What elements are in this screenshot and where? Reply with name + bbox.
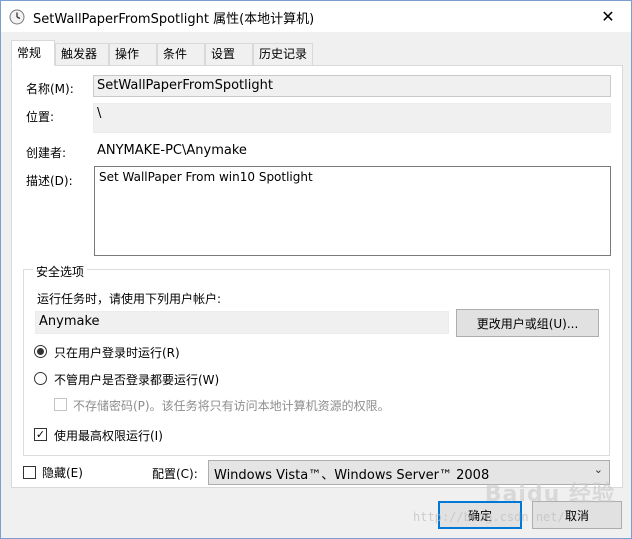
close-button[interactable]: ✕ bbox=[585, 1, 631, 32]
tab-conditions[interactable]: 条件 bbox=[157, 43, 205, 65]
configure-label: 配置(C): bbox=[152, 467, 198, 481]
tab-actions[interactable]: 操作 bbox=[109, 43, 157, 65]
ok-button[interactable]: 确定 bbox=[438, 501, 522, 529]
run-highest-privileges-checkbox[interactable]: ✓ bbox=[34, 428, 47, 441]
hidden-checkbox[interactable] bbox=[23, 466, 36, 479]
security-options-legend: 安全选项 bbox=[33, 263, 88, 280]
chevron-down-icon: ⌄ bbox=[593, 463, 603, 476]
change-user-button[interactable]: 更改用户或组(U)... bbox=[456, 309, 599, 337]
tab-history[interactable]: 历史记录 bbox=[253, 43, 313, 65]
close-icon: ✕ bbox=[601, 7, 615, 26]
run-whether-logged-on-radio[interactable] bbox=[34, 372, 47, 385]
run-only-logged-on-radio[interactable] bbox=[34, 345, 47, 358]
configure-select[interactable]: Windows Vista™、Windows Server™ 2008 ⌄ bbox=[208, 460, 610, 485]
run-as-prompt: 运行任务时，请使用下列用户帐户: bbox=[37, 292, 222, 306]
name-field[interactable]: SetWallPaperFromSpotlight bbox=[93, 75, 611, 97]
user-account-field: Anymake bbox=[35, 311, 449, 334]
tab-settings[interactable]: 设置 bbox=[205, 43, 253, 65]
tab-general[interactable]: 常规 bbox=[11, 40, 55, 66]
window-title: SetWallPaperFromSpotlight 属性(本地计算机) bbox=[33, 12, 315, 27]
run-whether-logged-on-label[interactable]: 不管用户是否登录都要运行(W) bbox=[54, 371, 219, 388]
run-highest-privileges-label[interactable]: 使用最高权限运行(I) bbox=[54, 427, 163, 444]
cancel-button[interactable]: 取消 bbox=[532, 501, 622, 529]
general-tab-panel: 名称(M): SetWallPaperFromSpotlight 位置: \ 创… bbox=[11, 65, 623, 488]
task-properties-window: SetWallPaperFromSpotlight 属性(本地计算机) ✕ 常规… bbox=[0, 0, 632, 539]
location-label: 位置: bbox=[26, 110, 55, 124]
configure-selected-value: Windows Vista™、Windows Server™ 2008 bbox=[214, 468, 490, 483]
do-not-store-password-label: 不存储密码(P)。该任务将只有访问本地计算机资源的权限。 bbox=[73, 399, 390, 413]
do-not-store-password-checkbox[interactable] bbox=[54, 398, 67, 411]
description-label: 描述(D): bbox=[26, 174, 73, 188]
author-label: 创建者: bbox=[26, 146, 67, 160]
radio-selected-dot bbox=[37, 348, 44, 355]
name-label: 名称(M): bbox=[26, 82, 74, 96]
title-bar: SetWallPaperFromSpotlight 属性(本地计算机) ✕ bbox=[1, 1, 631, 32]
run-only-logged-on-label[interactable]: 只在用户登录时运行(R) bbox=[54, 344, 180, 361]
clock-task-icon bbox=[9, 9, 25, 25]
hidden-label[interactable]: 隐藏(E) bbox=[42, 464, 83, 481]
location-field: \ bbox=[93, 103, 611, 133]
description-textarea[interactable]: Set WallPaper From win10 Spotlight bbox=[94, 166, 611, 256]
author-value: ANYMAKE-PC\Anymake bbox=[97, 143, 247, 158]
tab-triggers[interactable]: 触发器 bbox=[55, 43, 109, 65]
